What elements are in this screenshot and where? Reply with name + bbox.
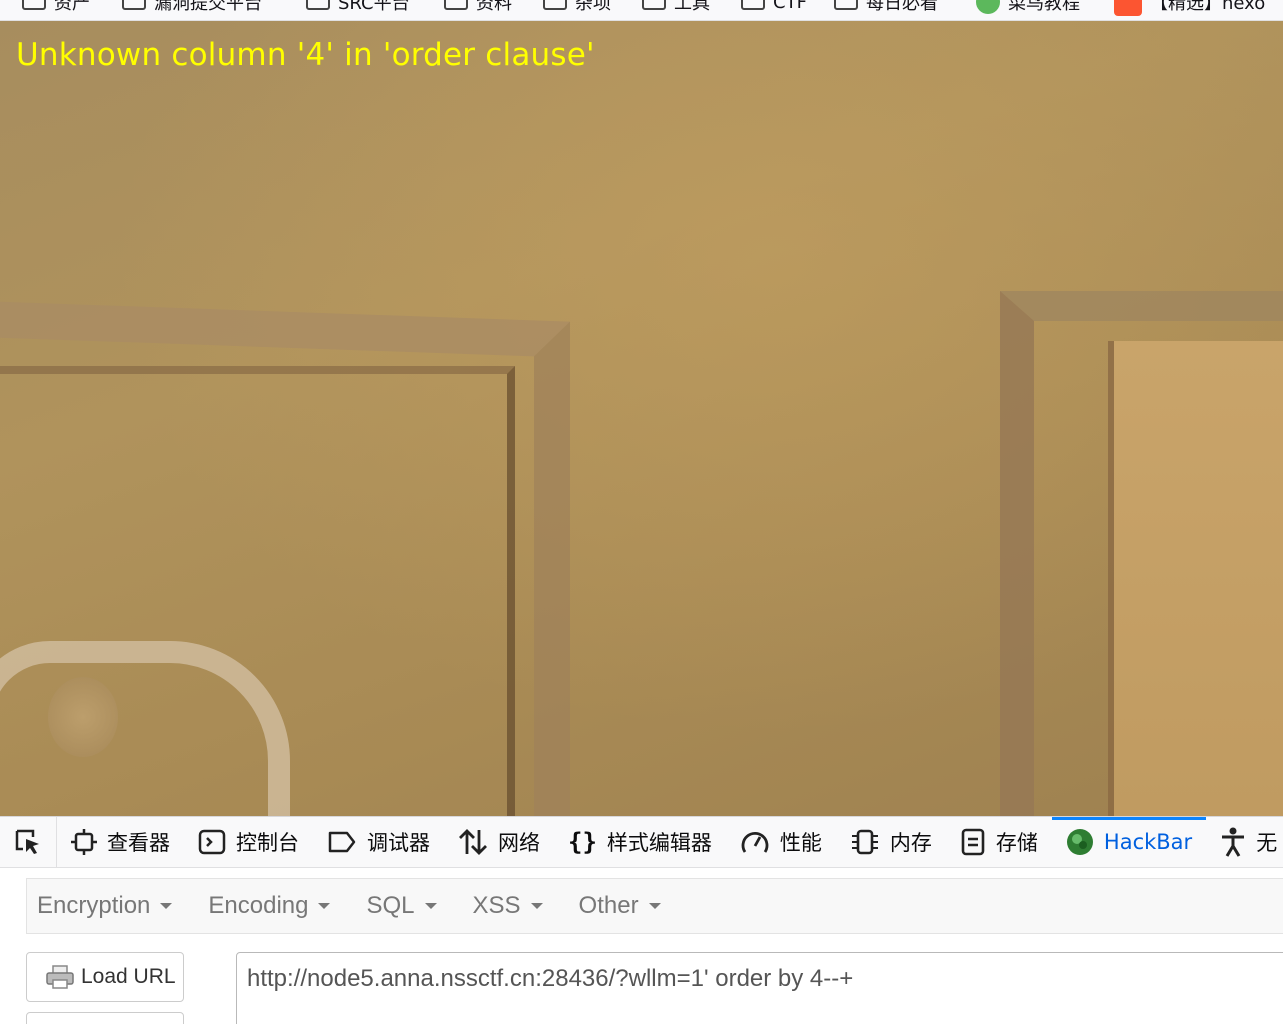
- tab-accessibility[interactable]: 无: [1206, 817, 1283, 867]
- bookmark-label: 漏洞提交平台: [154, 0, 262, 14]
- caret-down-icon: [318, 903, 331, 909]
- caret-down-icon: [424, 903, 437, 909]
- folder-icon: [444, 0, 468, 10]
- bookmark-item[interactable]: 资产: [22, 0, 90, 16]
- bookmark-label: 每日必看: [866, 0, 938, 14]
- element-picker-icon: [15, 829, 39, 854]
- folder-icon: [306, 0, 330, 10]
- bookmark-item[interactable]: 菜鸟教程: [976, 0, 1080, 16]
- dropdown-label: SQL: [366, 892, 415, 919]
- tab-style-editor[interactable]: {} 样式编辑器: [554, 817, 726, 867]
- bookmark-label: 菜鸟教程: [1008, 0, 1080, 14]
- performance-icon: [740, 828, 770, 856]
- caret-down-icon: [648, 903, 661, 909]
- bookmark-item[interactable]: 工具: [642, 0, 710, 16]
- background-photo-detail: [48, 677, 118, 757]
- bookmark-item[interactable]: SRC平台: [306, 0, 410, 16]
- console-icon: [198, 829, 226, 855]
- bookmark-item[interactable]: 资料: [444, 0, 512, 16]
- split-url-button[interactable]: [26, 1012, 184, 1024]
- bookmark-label: 【精选】hexo: [1150, 0, 1266, 14]
- bookmark-label: CTF: [773, 0, 807, 13]
- folder-icon: [741, 0, 765, 10]
- caret-down-icon: [530, 903, 543, 909]
- dropdown-label: Encryption: [37, 892, 151, 919]
- folder-icon: [122, 0, 146, 10]
- caret-down-icon: [160, 903, 173, 909]
- encoding-dropdown[interactable]: Encoding: [198, 892, 340, 920]
- bookmark-label: 资料: [476, 0, 512, 14]
- tab-network[interactable]: 网络: [444, 817, 554, 867]
- memory-icon: [850, 828, 880, 856]
- dropdown-label: XSS: [472, 892, 521, 919]
- inspector-icon: [71, 829, 97, 855]
- dropdown-label: Other: [578, 892, 639, 919]
- tab-performance[interactable]: 性能: [726, 817, 836, 867]
- hackbar-panel: Encryption Encoding SQL XSS Other Load U…: [0, 868, 1283, 1024]
- tab-memory[interactable]: 内存: [836, 817, 946, 867]
- runoob-icon: [976, 0, 1000, 14]
- tab-label: 无: [1256, 831, 1278, 855]
- encryption-dropdown[interactable]: Encryption: [27, 892, 182, 920]
- storage-icon: [960, 828, 986, 856]
- other-dropdown[interactable]: Other: [569, 892, 671, 920]
- folder-icon: [642, 0, 666, 10]
- dropdown-label: Encoding: [208, 892, 309, 919]
- hackbar-menu: Encryption Encoding SQL XSS Other: [26, 878, 1283, 934]
- xss-dropdown[interactable]: XSS: [463, 892, 553, 920]
- devtools-toolbar: 查看器 控制台 调试器 网络 {} 样式编辑器 性能 内存 存储 HackBar…: [0, 816, 1283, 868]
- tab-label: 内存: [889, 831, 932, 855]
- page-content: Unknown column '4' in 'order clause': [0, 21, 1283, 816]
- hackbar-icon: [1066, 828, 1094, 856]
- tab-storage[interactable]: 存储: [946, 817, 1052, 867]
- tab-label: 查看器: [107, 831, 170, 855]
- tab-label: 性能: [779, 831, 822, 855]
- tab-label: 样式编辑器: [606, 831, 712, 855]
- bookmark-item[interactable]: 每日必看: [834, 0, 938, 16]
- tab-label: 调试器: [367, 831, 430, 855]
- bookmark-label: 工具: [674, 0, 710, 14]
- bookmark-label: SRC平台: [338, 0, 410, 14]
- csdn-icon: [1114, 0, 1142, 16]
- network-icon: [458, 828, 488, 856]
- tab-hackbar[interactable]: HackBar: [1051, 817, 1207, 867]
- style-editor-icon: {}: [568, 828, 597, 856]
- tab-label: 存储: [995, 831, 1038, 855]
- url-textarea[interactable]: http://node5.anna.nssctf.cn:28436/?wllm=…: [236, 952, 1283, 1024]
- bookmark-item[interactable]: 杂项: [543, 0, 611, 16]
- printer-icon: [45, 964, 75, 990]
- bookmark-item[interactable]: 漏洞提交平台: [122, 0, 262, 16]
- accessibility-icon: [1220, 827, 1246, 857]
- tab-console[interactable]: 控制台: [184, 817, 313, 867]
- sql-dropdown[interactable]: SQL: [356, 892, 446, 920]
- element-picker-button[interactable]: [0, 817, 57, 867]
- load-url-label: Load URL: [81, 965, 176, 988]
- folder-icon: [543, 0, 567, 10]
- debugger-icon: [327, 830, 357, 854]
- folder-icon: [22, 0, 46, 10]
- tab-label: 网络: [498, 831, 540, 855]
- bookmark-item[interactable]: 【精选】hexo: [1114, 0, 1265, 16]
- bookmarks-toolbar: 资产 漏洞提交平台 SRC平台 资料 杂项 工具 CTF 每日必看 菜鸟教程 【…: [0, 0, 1283, 21]
- tab-inspector[interactable]: 查看器: [57, 817, 184, 867]
- bookmark-label: 资产: [54, 0, 90, 14]
- tab-label: 控制台: [236, 831, 299, 855]
- background-photo-detail: [1108, 341, 1283, 816]
- tab-debugger[interactable]: 调试器: [313, 817, 444, 867]
- tab-label: HackBar: [1103, 830, 1193, 854]
- sql-error-message: Unknown column '4' in 'order clause': [16, 37, 595, 73]
- folder-icon: [834, 0, 858, 10]
- load-url-button[interactable]: Load URL: [26, 952, 184, 1002]
- bookmark-label: 杂项: [575, 0, 611, 14]
- bookmark-item[interactable]: CTF: [741, 0, 807, 16]
